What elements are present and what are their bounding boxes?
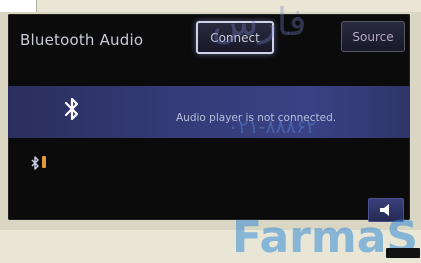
signal-icon — [42, 156, 46, 168]
connect-button[interactable]: Connect — [196, 21, 274, 54]
connection-status-text: Audio player is not connected. — [176, 112, 337, 124]
speaker-icon — [380, 204, 389, 216]
volume-button[interactable] — [368, 198, 404, 222]
footer-tag — [386, 248, 420, 258]
source-button[interactable]: Source — [341, 21, 405, 52]
bluetooth-icon — [60, 96, 84, 122]
bluetooth-status-icon — [30, 155, 40, 170]
screen-title: Bluetooth Audio — [20, 31, 144, 49]
bluetooth-audio-screen: Bluetooth Audio Connect Source Audio pla… — [8, 14, 410, 222]
